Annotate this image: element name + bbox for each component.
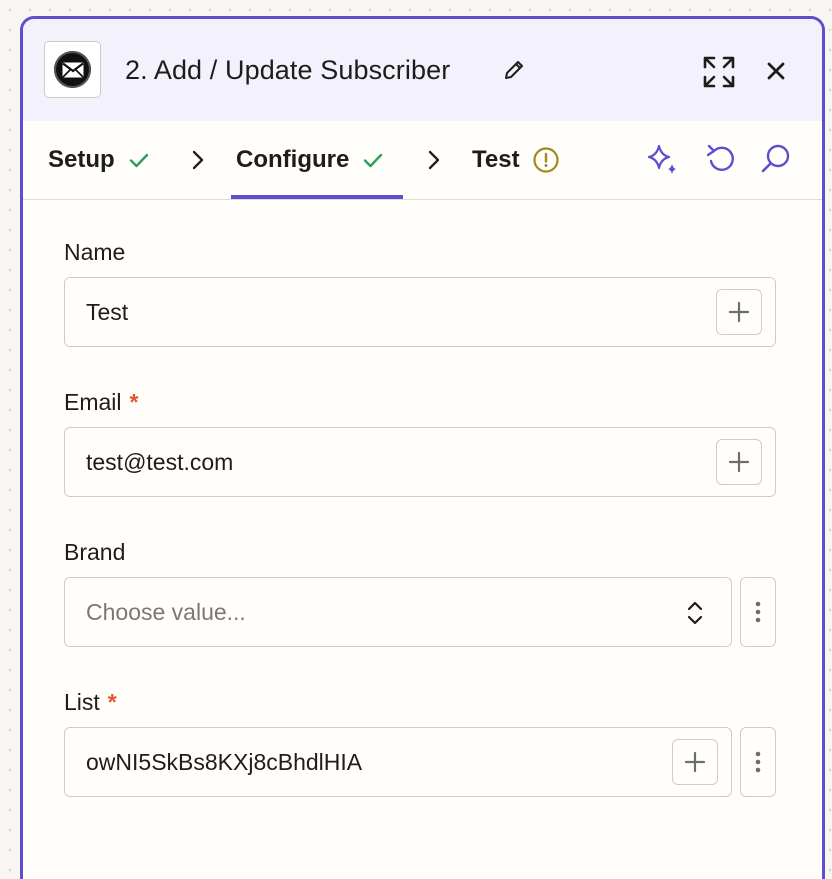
name-field[interactable]: Test (64, 277, 776, 347)
list-label: List * (64, 689, 117, 715)
undo-icon[interactable] (703, 141, 739, 177)
active-tab-indicator (231, 195, 403, 199)
edit-icon[interactable] (501, 57, 527, 83)
tab-label: Test (472, 146, 520, 173)
plus-icon (684, 751, 706, 773)
email-value: test@test.com (86, 449, 234, 475)
expand-icon[interactable] (702, 55, 736, 89)
email-label: Email * (64, 389, 139, 415)
insert-data-button[interactable] (672, 739, 718, 785)
select-arrows-icon (687, 601, 703, 625)
step-panel: 2. Add / Update Subscriber Setup Configu… (20, 16, 825, 879)
step-tabs: Setup Configure Test (23, 121, 822, 200)
search-icon[interactable] (758, 141, 794, 177)
plus-icon (728, 451, 750, 473)
plus-icon (728, 301, 750, 323)
brand-more-button[interactable] (740, 577, 776, 647)
check-icon (129, 153, 148, 168)
step-title: 2. Add / Update Subscriber (125, 55, 451, 85)
chevron-right-icon (192, 150, 204, 170)
required-marker: * (107, 689, 117, 715)
close-icon[interactable] (762, 57, 790, 85)
tab-configure[interactable]: Configure (236, 121, 385, 199)
more-vertical-icon (755, 601, 761, 623)
chevron-right-icon (428, 150, 440, 170)
tab-label: Setup (48, 146, 115, 173)
insert-data-button[interactable] (716, 289, 762, 335)
tab-label: Configure (236, 146, 350, 173)
list-value: owNI5SkBs8KXj8cBhdlHIA (86, 749, 363, 775)
name-label: Name (64, 239, 126, 265)
brand-select[interactable]: Choose value... (64, 577, 732, 647)
app-icon (44, 41, 101, 98)
panel-header: 2. Add / Update Subscriber (23, 19, 822, 121)
tab-test[interactable]: Test (472, 121, 560, 199)
name-value: Test (86, 299, 129, 325)
more-vertical-icon (755, 751, 761, 773)
warning-icon (532, 147, 559, 173)
check-icon (364, 153, 383, 168)
insert-data-button[interactable] (716, 439, 762, 485)
email-field[interactable]: test@test.com (64, 427, 776, 497)
list-more-button[interactable] (740, 727, 776, 797)
brand-placeholder: Choose value... (86, 599, 246, 625)
tab-setup[interactable]: Setup (48, 121, 151, 199)
list-field[interactable]: owNI5SkBs8KXj8cBhdlHIA (64, 727, 732, 797)
envelope-icon (54, 51, 91, 88)
sparkle-icon[interactable] (644, 141, 680, 177)
required-marker: * (129, 389, 139, 415)
brand-label: Brand (64, 539, 126, 565)
